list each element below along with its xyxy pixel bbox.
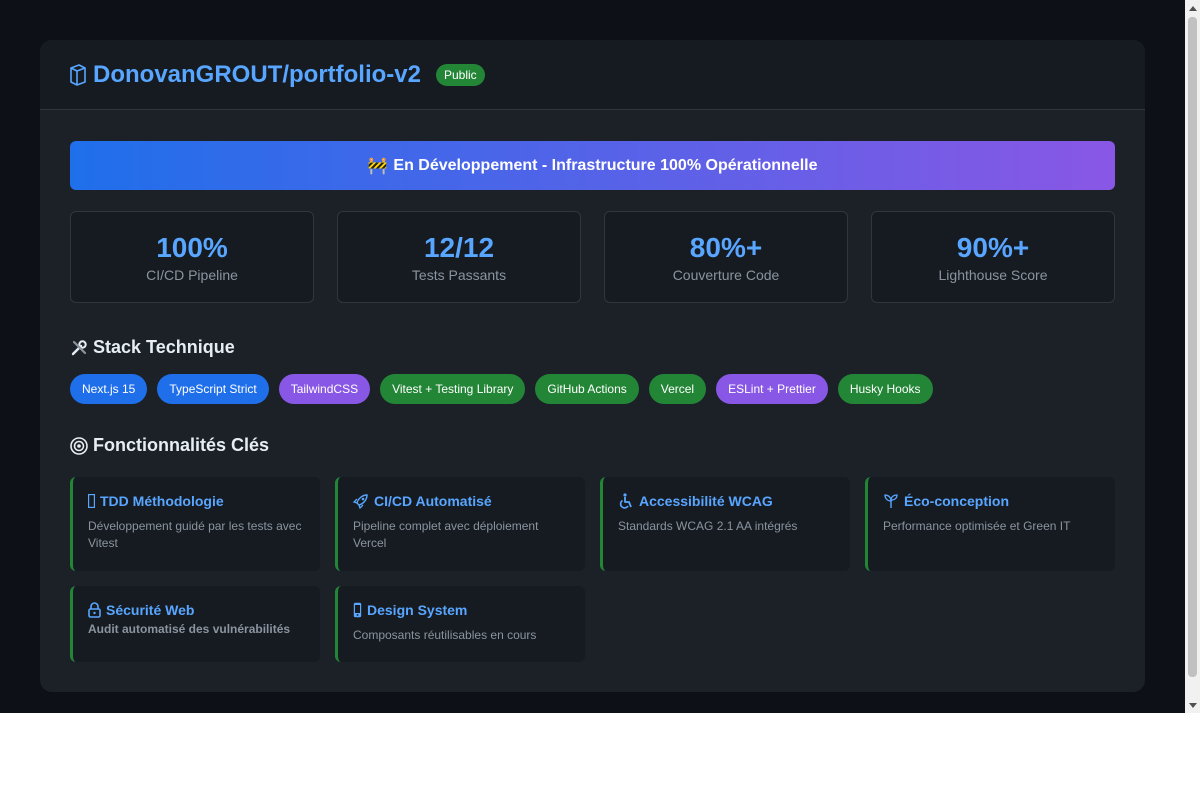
scroll-down-arrow-icon[interactable] bbox=[1185, 698, 1200, 713]
repo-header: DonovanGROUT/portfolio-v2 Public bbox=[40, 40, 1145, 110]
scroll-up-arrow-icon[interactable] bbox=[1185, 0, 1200, 15]
feature-desc: Pipeline complet avec déploiement Vercel bbox=[353, 519, 539, 550]
wheelchair-icon bbox=[618, 493, 634, 509]
stat-label: Couverture Code bbox=[672, 267, 780, 283]
feature-desc: Développement guidé par les tests avec V… bbox=[88, 519, 302, 550]
stats-row: 100% CI/CD Pipeline 12/12 Tests Passants… bbox=[70, 211, 1115, 303]
feature-card-design-system: Design System Composants réutilisables e… bbox=[335, 586, 585, 662]
feature-desc: Composants réutilisables en cours bbox=[353, 628, 537, 642]
stat-card-tests: 12/12 Tests Passants bbox=[337, 211, 581, 303]
feature-title: Sécurité Web bbox=[106, 602, 195, 618]
chip-github-actions: GitHub Actions bbox=[535, 374, 639, 404]
feature-card-eco: Éco-conception Performance optimisée et … bbox=[865, 477, 1115, 571]
feature-card-security: Sécurité Web Audit automatisé des vulnér… bbox=[70, 586, 320, 662]
chip-vitest: Vitest + Testing Library bbox=[380, 374, 526, 404]
stat-value: 12/12 bbox=[423, 232, 495, 263]
stack-chips: Next.js 15 TypeScript Strict TailwindCSS… bbox=[70, 374, 943, 404]
missing-glyph-icon bbox=[88, 494, 95, 508]
chip-nextjs: Next.js 15 bbox=[70, 374, 148, 404]
repo-card: DonovanGROUT/portfolio-v2 Public 🚧 En Dé… bbox=[40, 40, 1145, 692]
chip-eslint: ESLint + Prettier bbox=[716, 374, 828, 404]
feature-title: TDD Méthodologie bbox=[100, 493, 224, 509]
construction-icon: 🚧 bbox=[367, 157, 388, 175]
scrollbar-thumb[interactable] bbox=[1188, 17, 1197, 677]
stat-value: 80%+ bbox=[689, 232, 763, 263]
lock-icon bbox=[88, 602, 101, 618]
feature-card-cicd: CI/CD Automatisé Pipeline complet avec d… bbox=[335, 477, 585, 571]
chip-tailwind: TailwindCSS bbox=[278, 374, 371, 404]
stat-label: Tests Passants bbox=[411, 267, 507, 283]
status-banner: 🚧 En Développement - Infrastructure 100%… bbox=[70, 141, 1115, 190]
feature-title: Éco-conception bbox=[904, 493, 1010, 509]
stat-card-cicd: 100% CI/CD Pipeline bbox=[70, 211, 314, 303]
chip-typescript: TypeScript Strict bbox=[157, 374, 269, 404]
feature-title: Design System bbox=[367, 602, 468, 618]
status-banner-text: En Développement - Infrastructure 100% O… bbox=[393, 156, 818, 174]
stat-card-coverage: 80%+ Couverture Code bbox=[604, 211, 848, 303]
feature-desc: Standards WCAG 2.1 AA intégrés bbox=[618, 519, 798, 533]
stat-card-lighthouse: 90%+ Lighthouse Score bbox=[871, 211, 1115, 303]
chip-husky: Husky Hooks bbox=[837, 374, 933, 404]
repo-title[interactable]: DonovanGROUT/portfolio-v2 bbox=[93, 61, 421, 89]
page-viewport: DonovanGROUT/portfolio-v2 Public 🚧 En Dé… bbox=[0, 0, 1185, 713]
stack-section-title: Stack Technique bbox=[70, 337, 235, 358]
feature-title: Accessibilité WCAG bbox=[639, 493, 773, 509]
visibility-badge: Public bbox=[435, 63, 485, 86]
feature-card-accessibility: Accessibilité WCAG Standards WCAG 2.1 AA… bbox=[600, 477, 850, 571]
stat-label: CI/CD Pipeline bbox=[146, 267, 238, 283]
rocket-icon bbox=[353, 493, 369, 509]
target-icon bbox=[70, 436, 88, 455]
feature-title: CI/CD Automatisé bbox=[374, 493, 492, 509]
phone-icon bbox=[353, 602, 362, 618]
stat-value: 100% bbox=[156, 232, 228, 263]
tools-icon bbox=[70, 339, 88, 357]
stack-title: Stack Technique bbox=[93, 337, 235, 357]
feature-desc: Audit automatisé des vulnérabilités bbox=[88, 622, 291, 636]
features-title: Fonctionnalités Clés bbox=[93, 435, 270, 455]
feature-card-tdd: TDD Méthodologie Développement guidé par… bbox=[70, 477, 320, 571]
seedling-icon bbox=[883, 493, 899, 509]
repo-book-icon bbox=[69, 63, 87, 86]
stat-value: 90%+ bbox=[956, 232, 1030, 263]
stat-label: Lighthouse Score bbox=[938, 267, 1048, 283]
vertical-scrollbar[interactable] bbox=[1185, 0, 1200, 713]
feature-desc: Performance optimisée et Green IT bbox=[883, 519, 1071, 533]
chip-vercel: Vercel bbox=[648, 374, 707, 404]
features-section-title: Fonctionnalités Clés bbox=[70, 435, 269, 456]
